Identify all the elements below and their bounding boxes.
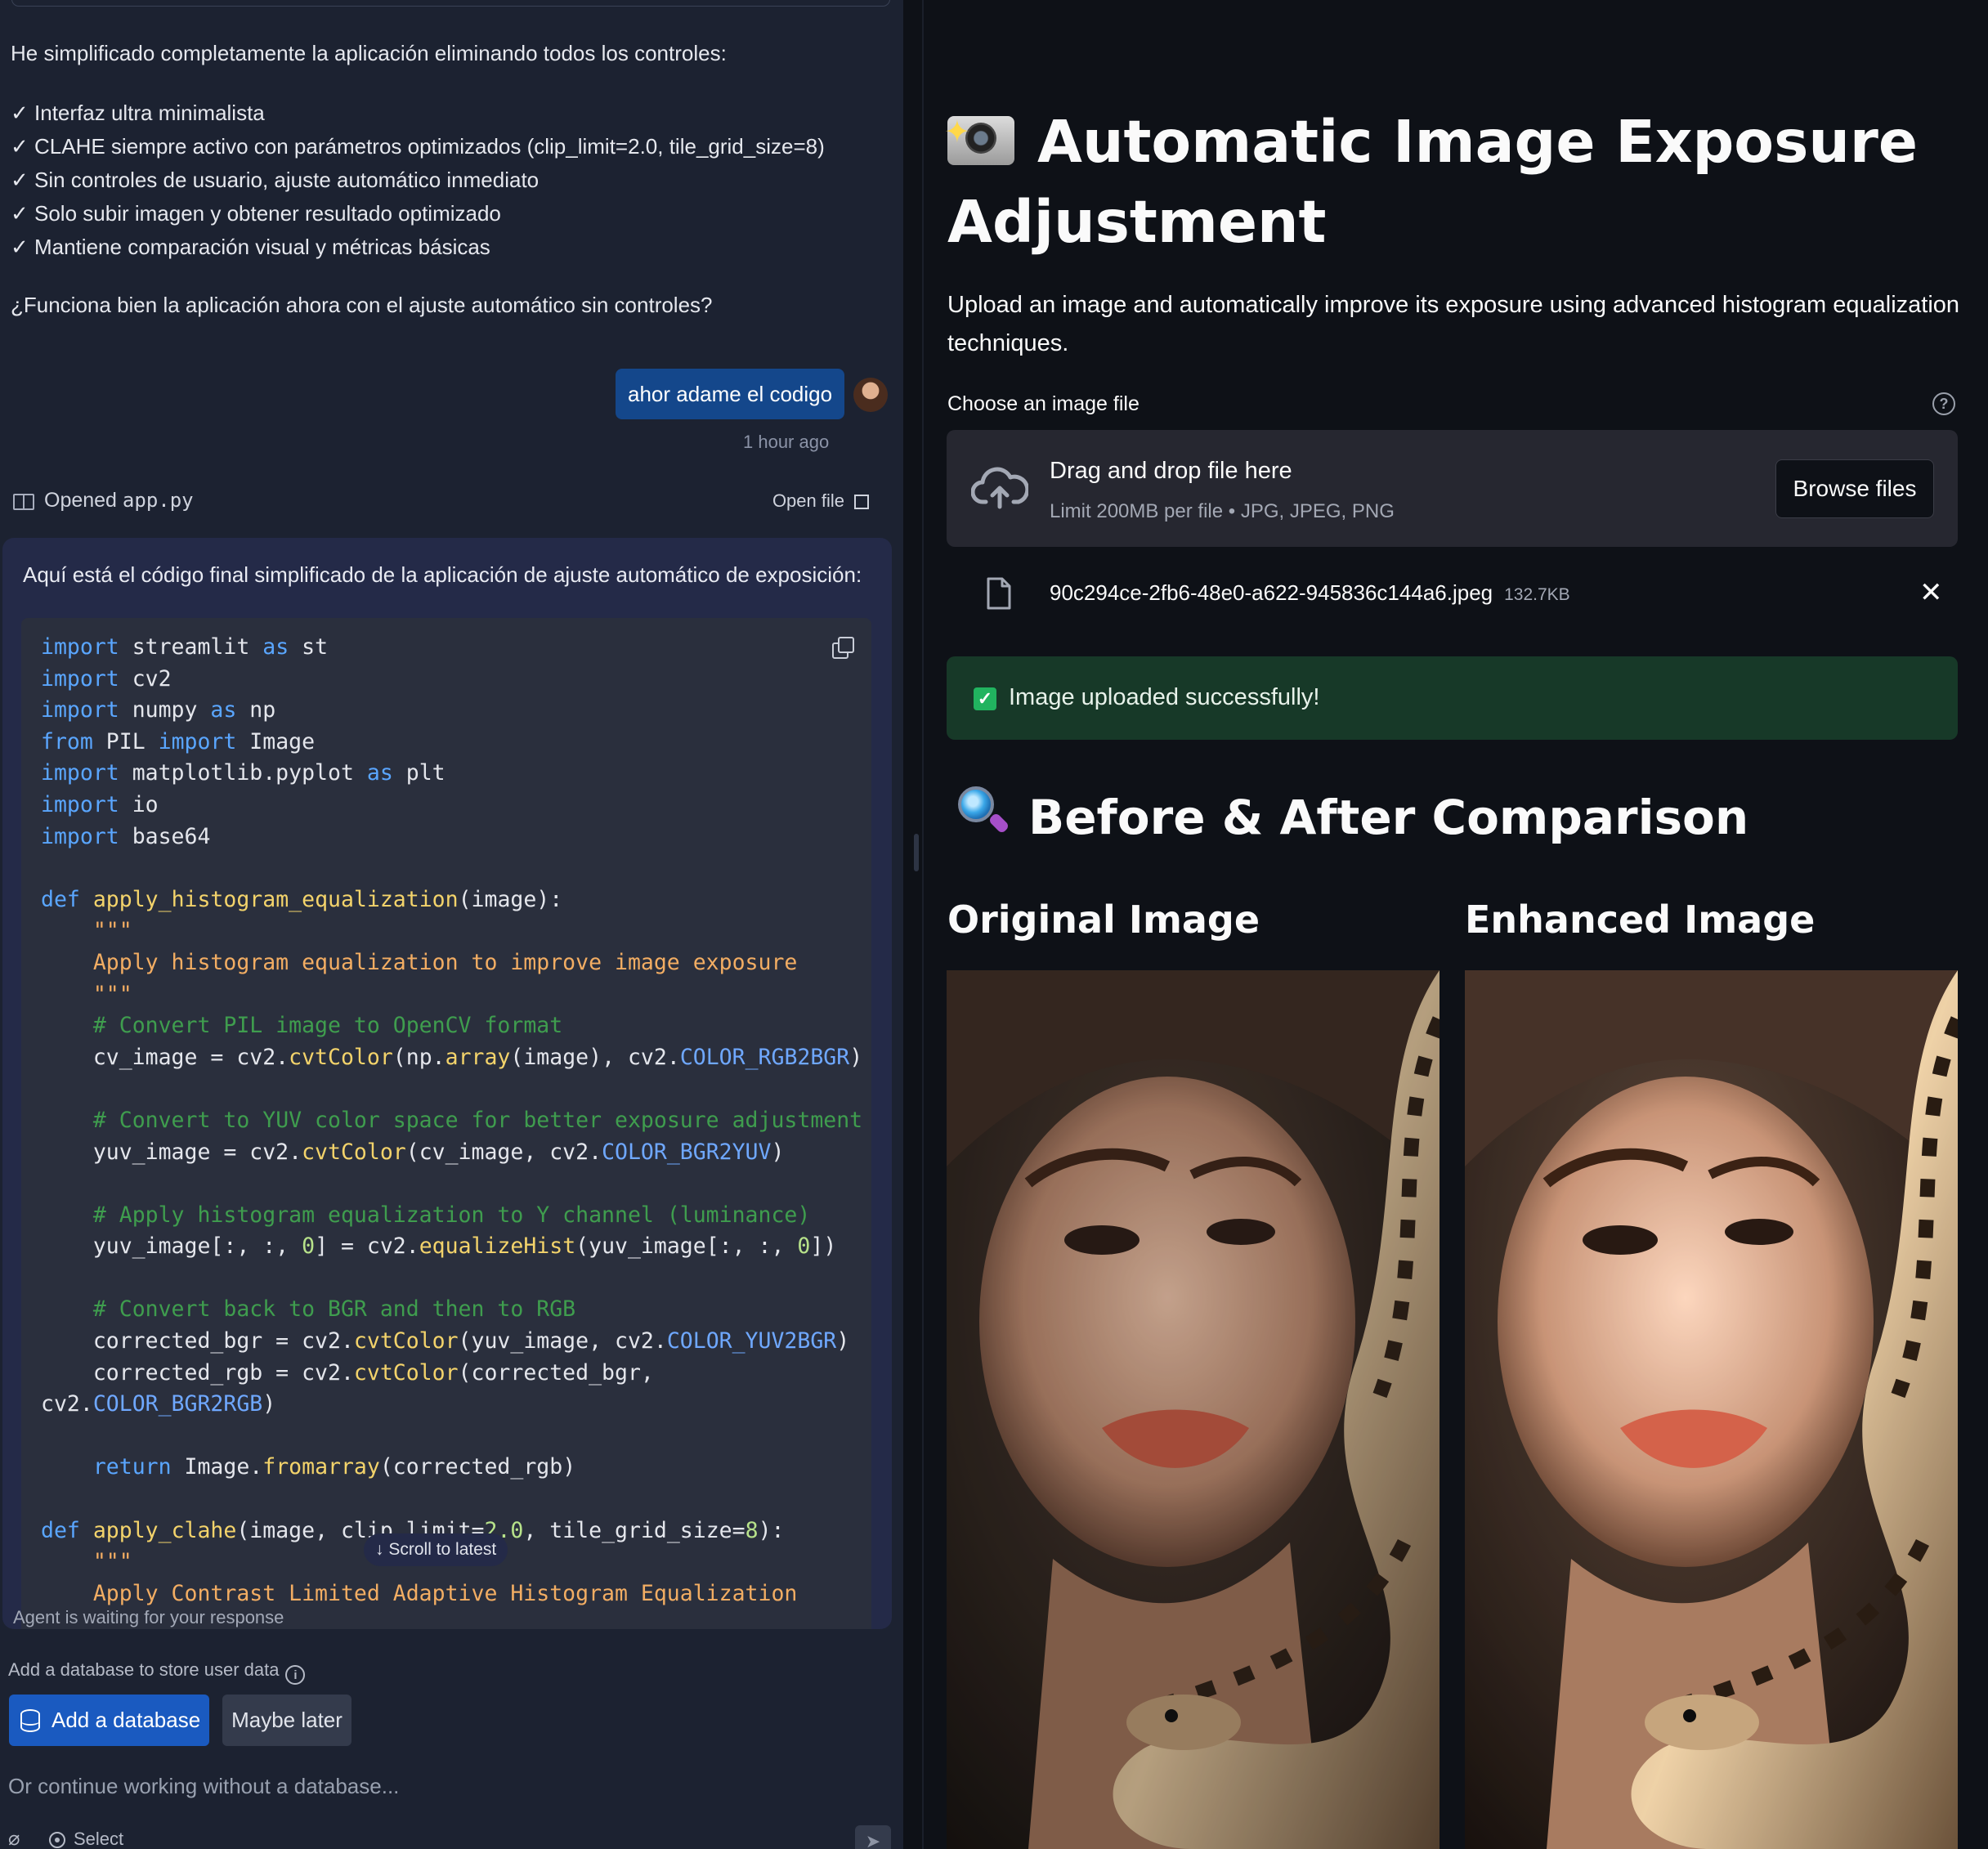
original-image	[947, 970, 1440, 1849]
cloud-upload-icon	[971, 467, 1028, 509]
previous-message-edge	[11, 0, 890, 7]
code-intro-text: Aquí está el código final simplificado d…	[23, 562, 862, 587]
checklist-item: ✓ Mantiene comparación visual y métricas…	[11, 235, 490, 259]
database-icon	[20, 1709, 40, 1732]
checklist-item: ✓ CLAHE siempre activo con parámetros op…	[11, 134, 825, 159]
comparison-heading: Before & After Comparison	[958, 785, 1748, 850]
external-link-icon	[854, 495, 869, 509]
agent-status: Agent is waiting for your response	[13, 1607, 284, 1627]
check-icon: ✓	[974, 687, 996, 710]
code-content: import streamlit as st import cv2 import…	[41, 634, 863, 1606]
checklist-item: ✓ Solo subir imagen y obtener resultado …	[11, 201, 501, 226]
uploaded-file-name: 90c294ce-2fb6-48e0-a622-945836c144a6.jpe…	[1050, 580, 1570, 605]
close-icon[interactable]: ✕	[1919, 579, 1943, 607]
scroll-to-latest-button[interactable]: ↓ Scroll to latest	[364, 1533, 508, 1566]
assistant-message-intro: He simplificado completamente la aplicac…	[11, 41, 727, 65]
send-icon[interactable]: ➤	[855, 1825, 891, 1849]
select-element-button[interactable]: Select	[49, 1829, 123, 1849]
user-message-bubble: ahor adame el codigo	[616, 369, 845, 419]
success-alert: ✓ Image uploaded successfully!	[947, 656, 1958, 740]
code-block[interactable]: import streamlit as st import cv2 import…	[21, 618, 871, 1629]
target-icon	[49, 1832, 65, 1848]
enhanced-image	[1465, 970, 1958, 1849]
checklist-item: ✓ Sin controles de usuario, ajuste autom…	[11, 168, 540, 192]
database-prompt-panel: Add a database to store user data i Add a…	[0, 1639, 903, 1849]
enhanced-image-heading: Enhanced Image	[1465, 898, 1816, 942]
app-title: Automatic Image Exposure Adjustment	[944, 92, 1953, 262]
chat-input[interactable]	[8, 1770, 891, 1802]
checklist-item: ✓ Interfaz ultra minimalista	[11, 101, 265, 125]
success-message: Image uploaded successfully!	[1009, 684, 1320, 710]
resize-handle[interactable]	[914, 834, 919, 871]
streamlit-app-preview: Automatic Image Exposure Adjustment Uplo…	[924, 0, 1988, 1849]
original-image-heading: Original Image	[947, 898, 1260, 942]
browse-files-button[interactable]: Browse files	[1775, 459, 1934, 518]
info-icon[interactable]: i	[285, 1665, 306, 1685]
assistant-question: ¿Funciona bien la aplicación ahora con e…	[11, 293, 713, 317]
book-icon	[13, 494, 34, 510]
file-icon	[987, 577, 1011, 610]
user-avatar[interactable]	[853, 378, 888, 412]
database-prompt-text: Add a database to store user data i	[8, 1659, 306, 1685]
opened-file-label: Opened app.py	[44, 489, 194, 512]
open-file-link[interactable]: Open file	[772, 490, 869, 512]
uploader-label: Choose an image file	[947, 392, 1140, 415]
file-dropzone[interactable]: Drag and drop file here Limit 200MB per …	[947, 430, 1958, 547]
opened-file-name: app.py	[122, 489, 194, 512]
dropzone-title: Drag and drop file here	[1050, 458, 1292, 484]
message-timestamp: 1 hour ago	[743, 432, 830, 452]
maybe-later-button[interactable]: Maybe later	[222, 1695, 351, 1746]
uploaded-file-size: 132.7KB	[1504, 585, 1570, 604]
agent-chat-pane: He simplificado completamente la aplicac…	[0, 0, 903, 1849]
magnifier-icon	[958, 786, 1012, 840]
paperclip-icon[interactable]: ⌀	[8, 1827, 20, 1849]
app-subtitle: Upload an image and automatically improv…	[947, 292, 1960, 356]
assistant-code-message: Aquí está el código final simplificado d…	[2, 538, 892, 1629]
uploaded-file-row: 90c294ce-2fb6-48e0-a622-945836c144a6.jpe…	[947, 569, 1958, 620]
opened-file-row: Opened app.py Open file	[11, 487, 877, 520]
dropzone-limit: Limit 200MB per file • JPG, JPEG, PNG	[1050, 500, 1395, 522]
assistant-checklist: ✓ Interfaz ultra minimalista ✓ CLAHE sie…	[11, 96, 825, 264]
camera-flash-icon	[944, 92, 1014, 172]
add-database-button[interactable]: Add a database	[9, 1695, 209, 1746]
help-icon[interactable]: ?	[1932, 392, 1955, 415]
